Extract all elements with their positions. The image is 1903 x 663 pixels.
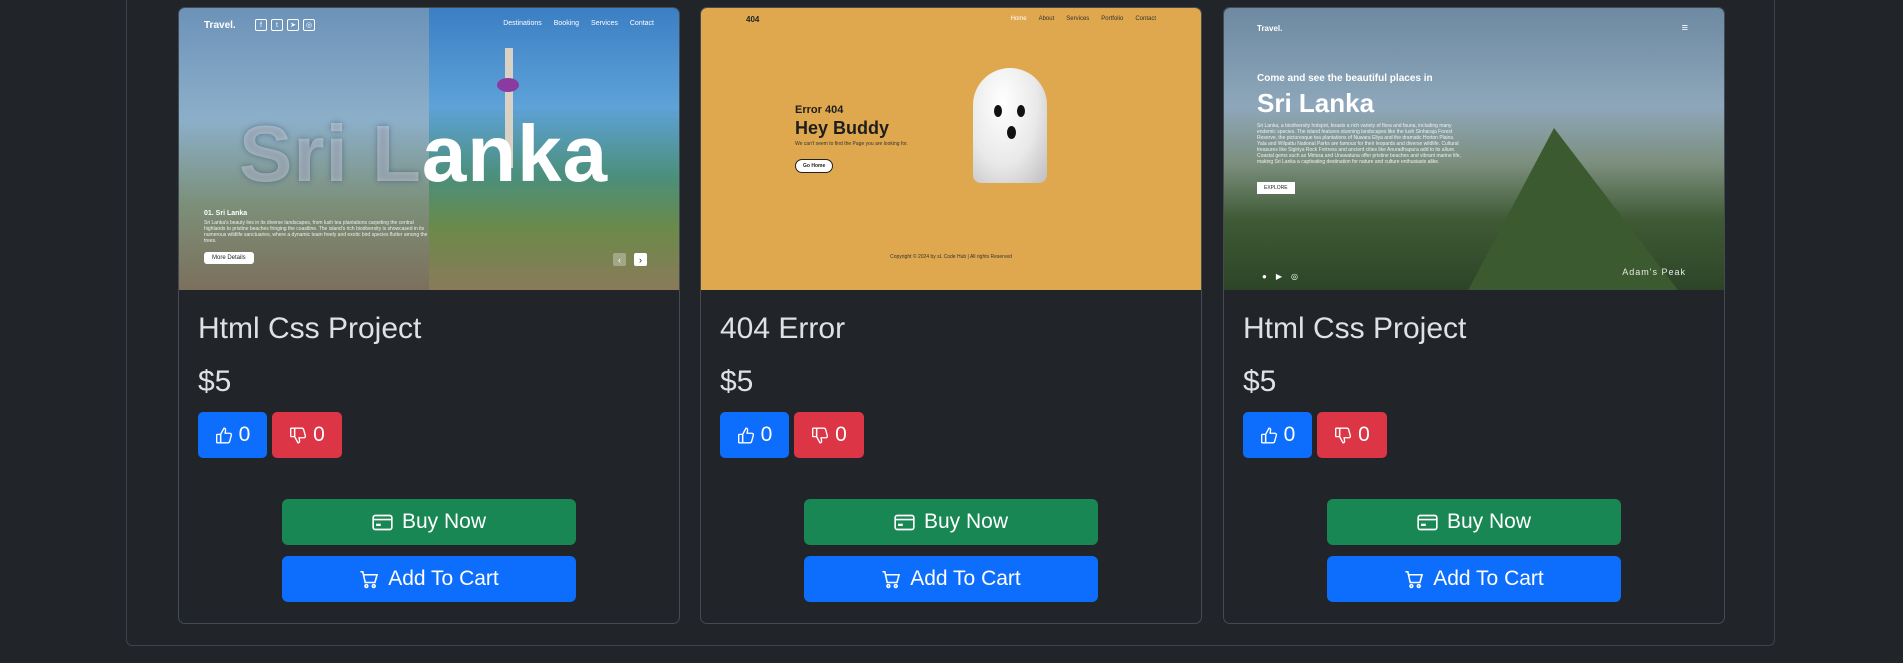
preview-nav-item: Services	[591, 20, 618, 27]
product-card: 404 Home About Services Portfolio Contac…	[700, 7, 1202, 624]
product-price: $5	[198, 365, 232, 398]
preview-nav-item: About	[1038, 16, 1055, 22]
chevron-left-icon: ‹	[613, 253, 626, 266]
buy-now-button[interactable]: Buy Now	[282, 499, 576, 545]
add-to-cart-button[interactable]: Add To Cart	[282, 556, 576, 602]
product-card: Travel. f t ➤ ◎ Destinations Booking Ser…	[178, 7, 680, 624]
add-to-cart-button[interactable]: Add To Cart	[1327, 556, 1621, 602]
preview-social-icons: f t ➤ ◎	[255, 19, 315, 31]
preview-subtext: Sri Lanka's beauty lies in its diverse l…	[204, 220, 428, 244]
thumbs-down-icon	[1335, 427, 1352, 443]
preview-explore-button: EXPLORE	[1257, 182, 1295, 194]
preview-headline: Hey Buddy	[795, 118, 890, 138]
facebook-icon: f	[255, 19, 267, 31]
preview-headline-dim: Sri L	[239, 109, 422, 198]
buy-now-label: Buy Now	[1446, 510, 1532, 533]
preview-copyright: Copyright © 2024 by sL Code Hub | All ri…	[890, 254, 1012, 260]
add-to-cart-label: Add To Cart	[910, 567, 1021, 590]
preview-nav-item: Contact	[629, 20, 654, 27]
preview-tower-top	[497, 78, 519, 92]
product-preview-image[interactable]: Travel. f t ➤ ◎ Destinations Booking Ser…	[179, 8, 679, 290]
buy-now-button[interactable]: Buy Now	[804, 499, 1098, 545]
thumbs-down-icon	[812, 427, 829, 443]
ghost-eye	[994, 105, 1002, 117]
preview-brand: Travel.	[1257, 24, 1283, 33]
thumbs-up-icon	[737, 427, 754, 443]
preview-social-icons: ● ▶ ◎	[1262, 272, 1298, 281]
buy-now-label: Buy Now	[401, 510, 487, 533]
preview-headline-bright: anka	[421, 109, 609, 198]
cart-icon	[1405, 570, 1424, 588]
telegram-icon: ➤	[287, 19, 299, 31]
preview-intro: Come and see the beautiful places in	[1257, 73, 1433, 84]
cart-icon	[360, 570, 379, 588]
preview-nav-item: Contact	[1135, 16, 1156, 22]
preview-paragraph: Sri Lanka, a biodiversity hotspot, boast…	[1257, 123, 1461, 165]
preview-nav: Home About Services Portfolio Contact	[1011, 16, 1156, 22]
preview-nav-item: Destinations	[503, 20, 542, 27]
chevron-right-icon: ›	[634, 253, 647, 266]
dislike-button[interactable]: 0	[794, 412, 864, 458]
add-to-cart-button[interactable]: Add To Cart	[804, 556, 1098, 602]
hamburger-menu-icon: ≡	[1681, 22, 1688, 34]
product-preview-image[interactable]: 404 Home About Services Portfolio Contac…	[701, 8, 1201, 290]
preview-headline: Sri Lanka	[1257, 88, 1375, 118]
youtube-icon: ▶	[1275, 272, 1282, 281]
preview-nav-item: Portfolio	[1101, 16, 1124, 22]
thumbs-up-icon	[215, 427, 232, 443]
thumbs-down-icon	[290, 427, 307, 443]
products-container: Travel. f t ➤ ◎ Destinations Booking Ser…	[126, 0, 1775, 646]
preview-message: We can't seem to find the Page you are l…	[795, 141, 908, 147]
dislike-count: 0	[1358, 423, 1370, 446]
credit-card-icon	[894, 514, 915, 530]
preview-subheading: 01. Sri Lanka	[204, 210, 248, 217]
preview-caption: Adam's Peak	[1622, 267, 1686, 277]
ghost-eye	[1017, 105, 1025, 117]
dislike-button[interactable]: 0	[1317, 412, 1387, 458]
twitter-icon: t	[271, 19, 283, 31]
preview-logo: 404	[746, 15, 760, 24]
dislike-count: 0	[835, 423, 847, 446]
product-title: 404 Error	[720, 312, 846, 345]
like-count: 0	[1283, 423, 1296, 446]
product-price: $5	[720, 365, 754, 398]
cart-icon	[882, 570, 901, 588]
dislike-button[interactable]: 0	[272, 412, 342, 458]
dislike-count: 0	[313, 423, 325, 446]
like-button[interactable]: 0	[720, 412, 789, 458]
preview-headline: Sri Lanka	[239, 108, 608, 200]
product-price: $5	[1243, 365, 1277, 398]
add-to-cart-label: Add To Cart	[388, 567, 499, 590]
preview-more-button: More Details	[204, 252, 254, 264]
preview-error-code: Error 404	[795, 104, 844, 116]
like-count: 0	[238, 423, 251, 446]
like-count: 0	[760, 423, 773, 446]
preview-nav-item: Booking	[553, 20, 580, 27]
thumbs-up-icon	[1260, 427, 1277, 443]
product-title: Html Css Project	[198, 312, 422, 345]
preview-nav-item: Home	[1010, 16, 1027, 22]
like-button[interactable]: 0	[1243, 412, 1312, 458]
product-card: Travel. ≡ Come and see the beautiful pla…	[1223, 7, 1725, 624]
ghost-mouth	[1007, 126, 1016, 139]
like-button[interactable]: 0	[198, 412, 267, 458]
facebook-icon: ●	[1262, 272, 1267, 281]
instagram-icon: ◎	[303, 19, 315, 31]
preview-nav: Destinations Booking Services Contact	[503, 20, 654, 27]
product-title: Html Css Project	[1243, 312, 1467, 345]
preview-nav-item: Services	[1066, 16, 1090, 22]
buy-now-label: Buy Now	[923, 510, 1009, 533]
credit-card-icon	[1417, 514, 1438, 530]
preview-mountain	[1464, 128, 1684, 290]
buy-now-button[interactable]: Buy Now	[1327, 499, 1621, 545]
product-preview-image[interactable]: Travel. ≡ Come and see the beautiful pla…	[1224, 8, 1724, 290]
preview-brand: Travel.	[204, 20, 236, 31]
instagram-icon: ◎	[1291, 272, 1298, 281]
credit-card-icon	[372, 514, 393, 530]
preview-home-button: Go Home	[795, 159, 834, 173]
add-to-cart-label: Add To Cart	[1433, 567, 1544, 590]
